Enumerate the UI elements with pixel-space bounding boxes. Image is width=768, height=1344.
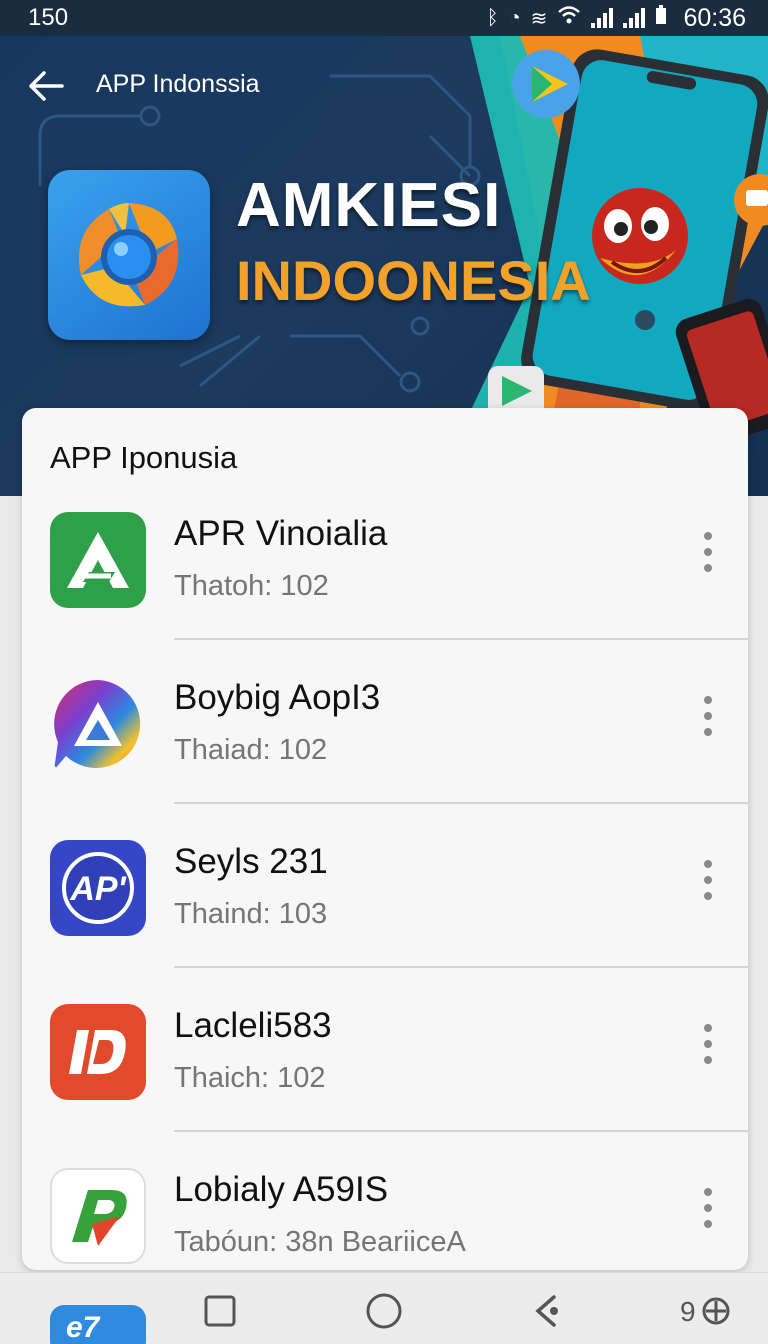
more-options-icon[interactable]	[694, 528, 722, 576]
status-bar: 150 ᛒ ◔ ≋ 60:36	[0, 0, 768, 36]
back-arrow-icon[interactable]	[26, 66, 66, 106]
more-options-icon[interactable]	[694, 856, 722, 904]
bluetooth-icon: ᛒ	[486, 6, 499, 29]
list-item[interactable]: APR Vinoialia Thatoh: 102	[22, 508, 748, 672]
banner-headline: AMKIESI	[236, 171, 502, 240]
more-options-icon[interactable]	[694, 1020, 722, 1068]
signal-icon-2	[623, 8, 646, 28]
svg-text:9: 9	[680, 1296, 696, 1327]
system-nav-bar: e7 9	[0, 1272, 768, 1344]
page-title: APP Indonssia	[96, 70, 260, 98]
accessibility-button[interactable]: 9	[680, 1287, 736, 1335]
divider	[174, 802, 748, 804]
dock-app-icon[interactable]: e7	[50, 1305, 146, 1344]
alarm-icon: ◔	[508, 6, 521, 29]
status-left-text: 150	[28, 4, 69, 31]
app-name: Lobialy A59IS	[174, 1170, 389, 1209]
list-item[interactable]: Lacleli583 Thaich: 102	[22, 1000, 748, 1164]
status-time: 60:36	[683, 3, 746, 32]
app-subtitle: Thaind: 103	[174, 898, 328, 930]
app-screen: 150 ᛒ ◔ ≋ 60:36 APP Indonssia AMKIESI IN…	[0, 0, 768, 1344]
app-logo-icon	[48, 170, 210, 340]
app-name: Lacleli583	[174, 1006, 332, 1045]
list-item[interactable]: AP' Seyls 231 Thaind: 103	[22, 836, 748, 1000]
divider	[174, 966, 748, 968]
signal-icon	[591, 8, 614, 28]
list-item[interactable]: Boybig AopI3 Thaiad: 102	[22, 672, 748, 836]
dock-app-label: e7	[66, 1311, 100, 1344]
ap-circle-icon: AP'	[50, 840, 146, 936]
app-subtitle: Tabóun: 38n BeariiceA	[174, 1226, 466, 1258]
list-item[interactable]: Lobialy A59IS Tabóun: 38n BeariiceA	[22, 1164, 748, 1270]
app-subtitle: Thaich: 102	[174, 1062, 326, 1094]
battery-icon	[655, 5, 667, 31]
back-nav-button[interactable]	[524, 1287, 572, 1335]
divider	[174, 1130, 748, 1132]
vibrate-icon: ≋	[530, 7, 548, 30]
rainbow-triangle-icon	[50, 676, 146, 772]
recent-apps-button[interactable]	[196, 1287, 244, 1335]
more-options-icon[interactable]	[694, 692, 722, 740]
app-subtitle: Thatoh: 102	[174, 570, 329, 602]
app-name: Boybig AopI3	[174, 678, 381, 717]
app-list-card: APP Iponusia APR Vinoialia Thatoh: 102 B…	[22, 408, 748, 1270]
section-title: APP Iponusia	[50, 440, 238, 475]
green-p-icon	[50, 1168, 146, 1264]
home-button[interactable]	[360, 1287, 408, 1335]
app-name: Seyls 231	[174, 842, 328, 881]
banner-subheadline: INDOONESIA	[236, 249, 591, 312]
id-logo-icon	[50, 1004, 146, 1100]
status-icons: ᛒ ◔ ≋ 60:36	[487, 4, 746, 33]
divider	[174, 638, 748, 640]
svg-text:AP': AP'	[69, 870, 127, 908]
wifi-icon	[557, 5, 581, 31]
green-a-icon	[50, 512, 146, 608]
app-name: APR Vinoialia	[174, 514, 388, 553]
more-options-icon[interactable]	[694, 1184, 722, 1232]
app-subtitle: Thaiad: 102	[174, 734, 328, 766]
